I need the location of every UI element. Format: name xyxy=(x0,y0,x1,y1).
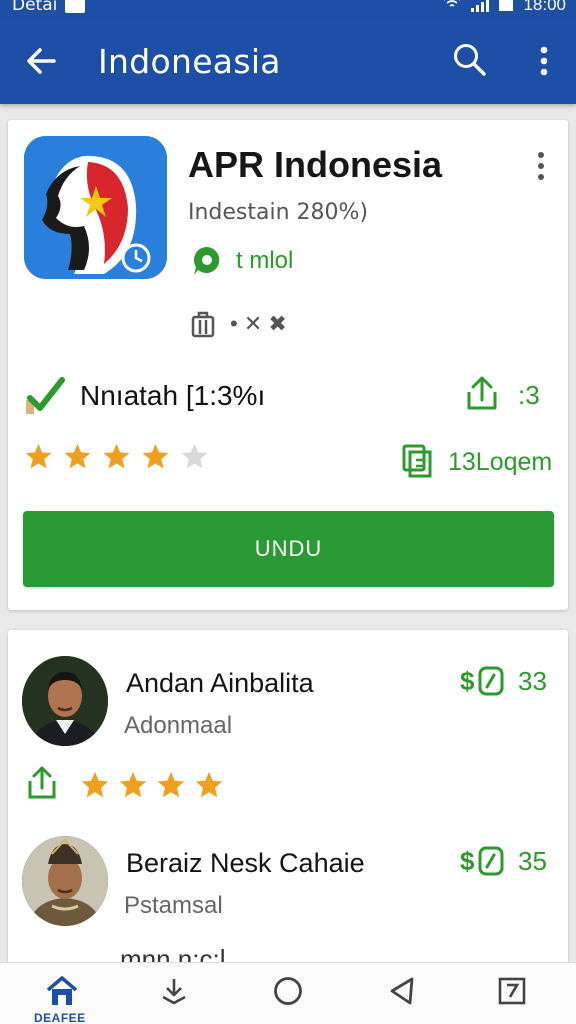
install-button[interactable]: UNDU xyxy=(23,511,554,587)
star-filled-icon xyxy=(81,771,109,798)
star-filled-icon xyxy=(142,443,169,469)
star-filled-icon xyxy=(64,443,91,469)
app-badge: t mlol xyxy=(190,244,293,278)
back-triangle-icon[interactable] xyxy=(386,975,418,1007)
checkmark-icon xyxy=(26,377,65,414)
nav-home-label: DEAFEE xyxy=(34,1011,86,1024)
reviews-card: Andan Ainbalita Adonmaal $ 33 Beraiz Nes… xyxy=(8,630,568,970)
wifi-icon xyxy=(443,0,461,15)
home-icon[interactable] xyxy=(45,975,79,1007)
app-logo-icon xyxy=(24,136,167,279)
search-icon[interactable] xyxy=(452,42,488,78)
status-bar: Detai 18:00 xyxy=(0,0,576,18)
star-empty-icon xyxy=(181,443,208,469)
card-more-icon[interactable] xyxy=(534,150,548,182)
avatar xyxy=(22,656,108,746)
copy-label: 13Loqem xyxy=(448,448,553,476)
copy-icon[interactable] xyxy=(400,442,434,478)
app-subtitle: Indestain 280%) xyxy=(188,200,369,225)
back-arrow-icon[interactable] xyxy=(22,42,60,80)
meta-text: • ✕ ✖ xyxy=(230,311,287,336)
star-filled-icon xyxy=(103,443,130,469)
reviewer-subtitle: Adonmaal xyxy=(124,712,233,739)
badge-label: t mlol xyxy=(236,247,294,274)
app-bar: Indoneasia xyxy=(0,18,576,104)
review-item: Beraiz Nesk Cahaie Pstamsal $ 35 mnn n:c… xyxy=(8,836,568,970)
home-circle-icon[interactable] xyxy=(272,975,304,1007)
chat-bubble-icon xyxy=(193,246,220,275)
rating-row: Nnıatah [1:3%ı :3 xyxy=(24,374,554,418)
svg-text:$: $ xyxy=(460,666,475,696)
rating-percent: Nnıatah [1:3%ı xyxy=(80,380,266,411)
share-count: :3 xyxy=(518,380,540,410)
star-filled-icon xyxy=(157,771,185,798)
app-meta: • ✕ ✖ xyxy=(190,310,287,338)
page-title: Indoneasia xyxy=(98,42,281,81)
reviewer-name: Beraiz Nesk Cahaie xyxy=(126,848,365,878)
bottom-nav: DEAFEE xyxy=(0,962,576,1024)
like-count[interactable]: $ 35 xyxy=(460,844,547,878)
like-count[interactable]: $ 33 xyxy=(460,664,547,698)
app-name: APR Indonesia xyxy=(188,144,443,185)
reviewer-name: Andan Ainbalita xyxy=(126,668,314,698)
message-icon xyxy=(65,0,86,13)
like-icon: $ xyxy=(460,666,504,696)
download-icon[interactable] xyxy=(158,975,190,1007)
signal-icon xyxy=(471,0,490,12)
svg-text:$: $ xyxy=(460,846,475,876)
avatar xyxy=(22,836,108,926)
stars-row: 13Loqem xyxy=(24,442,554,486)
recents-icon[interactable] xyxy=(496,975,528,1007)
more-options-icon[interactable] xyxy=(532,42,556,80)
star-filled-icon xyxy=(25,443,52,469)
star-filled-icon xyxy=(195,771,223,798)
like-icon: $ xyxy=(460,846,504,876)
app-detail-card: APR Indonesia Indestain 280%) t mlol • ✕… xyxy=(8,120,568,610)
status-time: 18:00 xyxy=(523,0,566,14)
briefcase-icon xyxy=(191,311,215,338)
app-star-rating xyxy=(24,442,209,471)
battery-icon xyxy=(499,0,514,11)
like-count-value: 33 xyxy=(518,665,547,696)
review-item: Andan Ainbalita Adonmaal $ 33 xyxy=(8,656,568,806)
reviewer-subtitle: Pstamsal xyxy=(124,892,223,919)
share-icon[interactable] xyxy=(28,764,56,800)
star-filled-icon xyxy=(119,771,147,798)
like-count-value: 35 xyxy=(518,845,547,876)
review-star-rating xyxy=(80,770,224,800)
share-icon[interactable] xyxy=(466,374,498,412)
carrier-label: Detai xyxy=(12,0,58,15)
